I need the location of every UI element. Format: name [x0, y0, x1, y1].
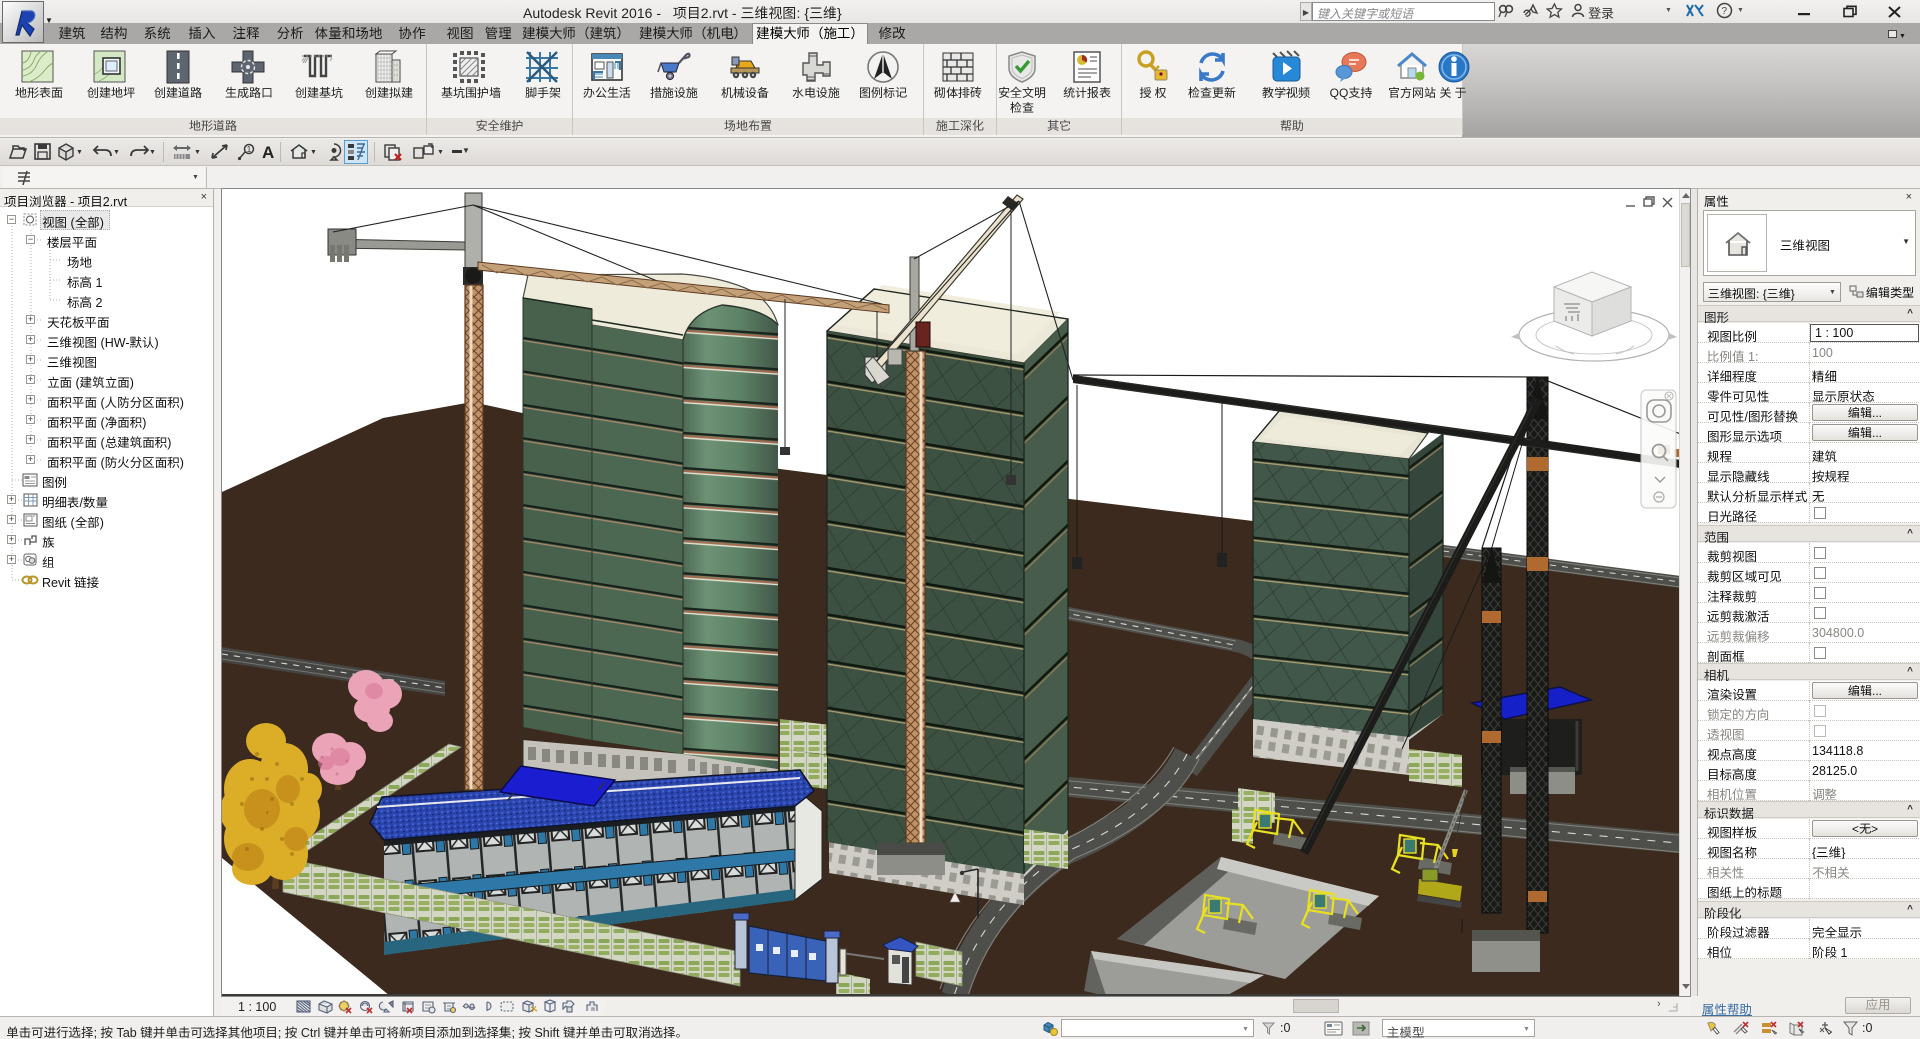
svg-text:?: ? — [1722, 6, 1728, 17]
svg-text:1: 1 — [247, 145, 252, 154]
svg-text:A: A — [262, 143, 274, 162]
